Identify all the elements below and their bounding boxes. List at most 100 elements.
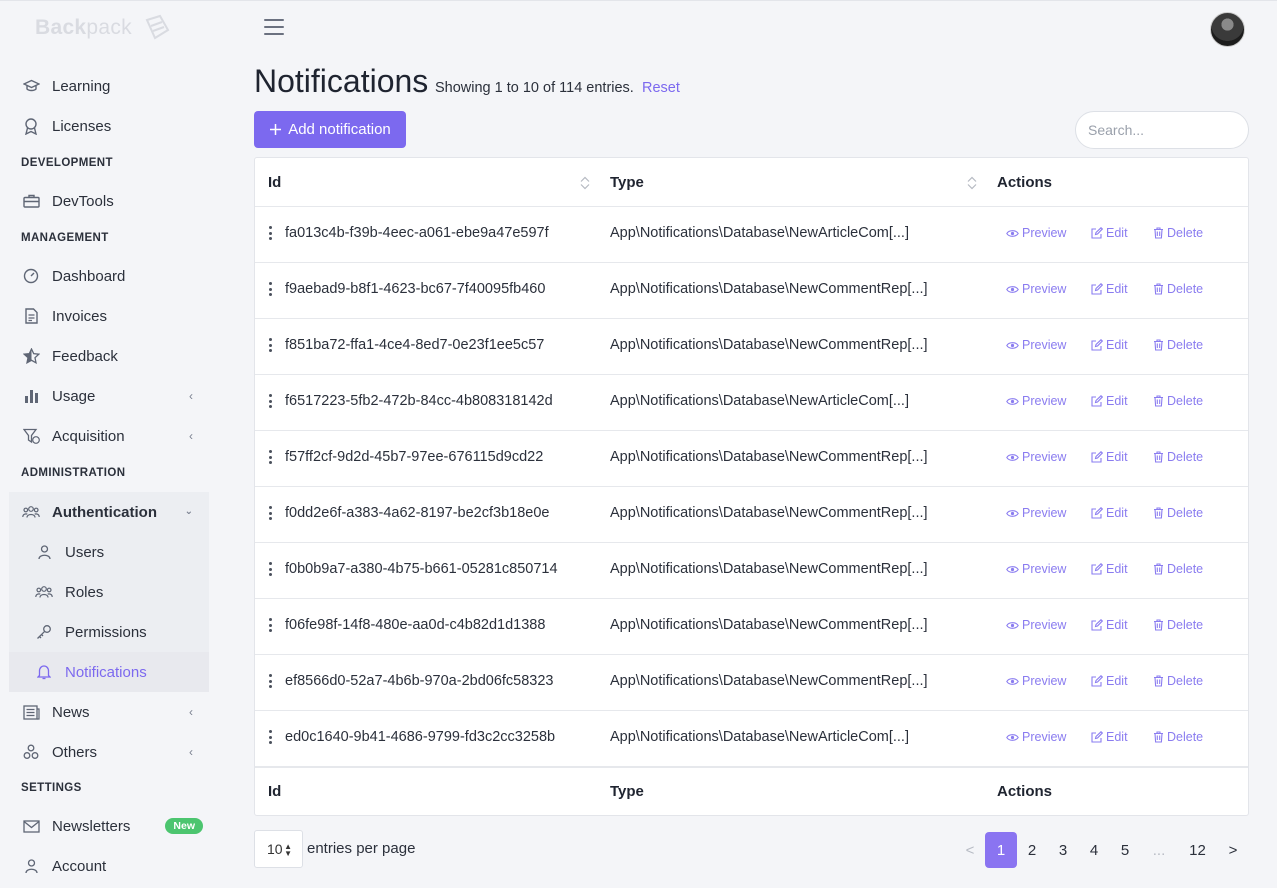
preview-button[interactable]: Preview	[1006, 562, 1066, 576]
cell-type: App\Notifications\Database\NewCommentRep…	[610, 673, 928, 689]
edit-button[interactable]: Edit	[1091, 506, 1128, 520]
pagination-page[interactable]: 4	[1079, 832, 1109, 868]
avatar[interactable]	[1210, 12, 1245, 47]
pagination-next[interactable]: >	[1218, 832, 1248, 868]
sidebar-item-label: Usage	[52, 387, 96, 405]
sidebar-item-label: News	[52, 703, 90, 721]
row-menu-icon[interactable]	[267, 225, 273, 241]
search-input[interactable]	[1075, 111, 1249, 149]
menu-toggle-icon[interactable]	[264, 19, 284, 37]
pagination-page[interactable]: 5	[1110, 832, 1140, 868]
delete-button[interactable]: Delete	[1153, 730, 1203, 744]
row-menu-icon[interactable]	[267, 337, 273, 353]
new-badge: New	[165, 818, 203, 834]
preview-label: Preview	[1022, 450, 1067, 464]
edit-button[interactable]: Edit	[1091, 674, 1128, 688]
sidebar-item-feedback[interactable]: Feedback	[9, 336, 209, 376]
preview-button[interactable]: Preview	[1006, 338, 1066, 352]
sidebar-item-licenses[interactable]: Licenses	[9, 106, 209, 146]
preview-button[interactable]: Preview	[1006, 394, 1066, 408]
sidebar-item-others[interactable]: Others ‹	[9, 732, 209, 772]
delete-button[interactable]: Delete	[1153, 226, 1203, 240]
column-header-id[interactable]: Id	[268, 174, 281, 191]
row-menu-icon[interactable]	[267, 281, 273, 297]
eye-icon	[1006, 229, 1019, 237]
row-menu-icon[interactable]	[267, 505, 273, 521]
preview-label: Preview	[1022, 282, 1067, 296]
row-menu-icon[interactable]	[267, 617, 273, 633]
sidebar-item-news[interactable]: News ‹	[9, 692, 209, 732]
preview-button[interactable]: Preview	[1006, 730, 1066, 744]
edit-label: Edit	[1106, 450, 1128, 464]
sidebar-item-acquisition[interactable]: Acquisition ‹	[9, 416, 209, 456]
preview-button[interactable]: Preview	[1006, 226, 1066, 240]
sidebar-item-dashboard[interactable]: Dashboard	[9, 256, 209, 296]
sidebar-item-learning[interactable]: Learning	[9, 66, 209, 106]
sidebar-item-newsletters[interactable]: Newsletters New	[9, 806, 209, 846]
delete-button[interactable]: Delete	[1153, 450, 1203, 464]
brand-text-light: pack	[86, 16, 132, 39]
row-menu-icon[interactable]	[267, 393, 273, 409]
row-menu-icon[interactable]	[267, 729, 273, 745]
sidebar-item-notifications[interactable]: Notifications	[9, 652, 209, 692]
preview-button[interactable]: Preview	[1006, 506, 1066, 520]
row-menu-icon[interactable]	[267, 449, 273, 465]
preview-button[interactable]: Preview	[1006, 282, 1066, 296]
sidebar-item-usage[interactable]: Usage ‹	[9, 376, 209, 416]
delete-button[interactable]: Delete	[1153, 562, 1203, 576]
delete-button[interactable]: Delete	[1153, 282, 1203, 296]
delete-button[interactable]: Delete	[1153, 618, 1203, 632]
sidebar-item-authentication[interactable]: Authentication ⌄	[9, 492, 209, 532]
sidebar-item-permissions[interactable]: Permissions	[9, 612, 209, 652]
row-menu-icon[interactable]	[267, 673, 273, 689]
preview-button[interactable]: Preview	[1006, 674, 1066, 688]
sort-icon[interactable]	[580, 175, 590, 191]
preview-label: Preview	[1022, 618, 1067, 632]
trash-icon	[1154, 227, 1163, 239]
pagination-page[interactable]: 2	[1017, 832, 1047, 868]
sidebar-item-users[interactable]: Users	[9, 532, 209, 572]
edit-button[interactable]: Edit	[1091, 282, 1128, 296]
cell-type: App\Notifications\Database\NewCommentRep…	[610, 617, 928, 633]
sidebar-item-label: Newsletters	[52, 817, 131, 835]
preview-button[interactable]: Preview	[1006, 618, 1066, 632]
sidebar-item-invoices[interactable]: Invoices	[9, 296, 209, 336]
delete-button[interactable]: Delete	[1153, 506, 1203, 520]
entries-summary: Showing 1 to 10 of 114 entries.	[435, 80, 634, 96]
sidebar-item-roles[interactable]: Roles	[9, 572, 209, 612]
pagination-page[interactable]: 12	[1180, 832, 1215, 868]
sidebar-item-label: Permissions	[65, 623, 147, 641]
edit-button[interactable]: Edit	[1091, 450, 1128, 464]
row-menu-icon[interactable]	[267, 561, 273, 577]
edit-button[interactable]: Edit	[1091, 338, 1128, 352]
sort-icon[interactable]	[967, 175, 977, 191]
edit-button[interactable]: Edit	[1091, 730, 1128, 744]
edit-button[interactable]: Edit	[1091, 618, 1128, 632]
briefcase-icon	[22, 192, 40, 210]
delete-button[interactable]: Delete	[1153, 338, 1203, 352]
delete-button[interactable]: Delete	[1153, 394, 1203, 408]
delete-button[interactable]: Delete	[1153, 674, 1203, 688]
sidebar-item-account[interactable]: Account	[9, 846, 209, 886]
pagination-page[interactable]: 1	[985, 832, 1017, 868]
cell-id: f6517223-5fb2-472b-84cc-4b808318142d	[285, 393, 553, 409]
delete-label: Delete	[1167, 618, 1204, 632]
edit-button[interactable]: Edit	[1091, 562, 1128, 576]
select-arrows-icon: ▲ ▼	[284, 842, 292, 858]
sidebar-item-label: Others	[52, 743, 98, 761]
sidebar-item-devtools[interactable]: DevTools	[9, 181, 209, 221]
sidebar-item-label: Dashboard	[52, 267, 126, 285]
preview-button[interactable]: Preview	[1006, 450, 1066, 464]
delete-label: Delete	[1167, 730, 1204, 744]
edit-button[interactable]: Edit	[1091, 226, 1128, 240]
edit-label: Edit	[1106, 394, 1128, 408]
column-header-type[interactable]: Type	[610, 174, 644, 191]
pagination-prev[interactable]: <	[955, 832, 985, 868]
brand-logo[interactable]: Back pack	[35, 13, 172, 43]
reset-link[interactable]: Reset	[642, 80, 680, 96]
add-notification-button[interactable]: Add notification	[254, 111, 406, 148]
eye-icon	[1006, 621, 1019, 629]
edit-button[interactable]: Edit	[1091, 394, 1128, 408]
pagination-page[interactable]: 3	[1048, 832, 1078, 868]
per-page-select[interactable]: 10 ▲ ▼	[254, 830, 303, 868]
